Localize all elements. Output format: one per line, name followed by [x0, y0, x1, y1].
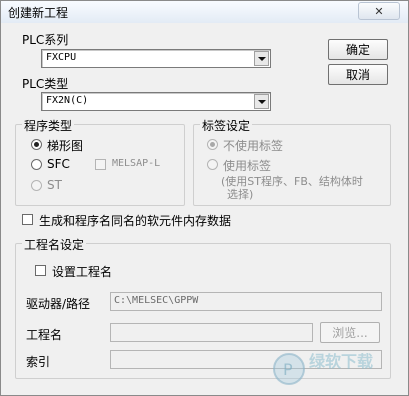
browse-button[interactable]: 浏览...	[320, 322, 380, 343]
generate-device-memory-label: 生成和程序名同名的软元件内存数据	[39, 214, 232, 228]
index-label: 索引	[26, 355, 51, 369]
title-bar: 创建新工程 ✕	[1, 1, 408, 23]
st-label: ST	[47, 178, 62, 192]
ok-button[interactable]: 确定	[328, 39, 388, 60]
chevron-down-icon[interactable]	[254, 51, 269, 66]
drive-path-value: C:\MELSEC\GPPW	[114, 295, 199, 306]
program-type-group: 程序类型 梯形图 SFC MELSAP-L ST	[15, 117, 185, 206]
generate-device-memory-checkbox[interactable]	[22, 214, 33, 225]
chevron-down-icon[interactable]	[254, 94, 269, 109]
plc-type-select[interactable]: FX2N(C)	[41, 92, 271, 111]
watermark-text: 绿软下载	[309, 352, 373, 371]
svg-text:P: P	[283, 360, 293, 379]
set-project-name-label: 设置工程名	[52, 265, 113, 279]
plc-series-label: PLC系列	[22, 33, 69, 47]
close-icon: ✕	[374, 4, 384, 18]
use-label-radio[interactable]	[207, 159, 218, 170]
drive-path-field[interactable]: C:\MELSEC\GPPW	[110, 292, 382, 311]
drive-path-label: 驱动器/路径	[26, 297, 91, 311]
plc-type-value: FX2N(C)	[46, 95, 89, 106]
watermark-logo: P 绿软下载	[273, 352, 373, 385]
use-label-label: 使用标签	[223, 159, 272, 173]
label-setting-title: 标签设定	[200, 117, 253, 134]
project-name-field[interactable]	[110, 323, 313, 342]
use-label-note-continued: 选择)	[227, 188, 254, 201]
ladder-label: 梯形图	[47, 139, 84, 153]
melsap-label: MELSAP-L	[112, 158, 161, 169]
no-label-label: 不使用标签	[223, 139, 284, 153]
no-label-radio[interactable]	[207, 139, 218, 150]
cancel-button[interactable]: 取消	[328, 64, 388, 85]
set-project-name-checkbox[interactable]	[35, 265, 46, 276]
sfc-radio[interactable]	[31, 159, 42, 170]
create-new-project-dialog: 创建新工程 ✕ PLC系列 FXCPU PLC类型 FX2N(C) 确定 取消 …	[0, 0, 409, 396]
plc-type-label: PLC类型	[22, 77, 69, 91]
melsap-checkbox[interactable]	[95, 159, 106, 170]
close-button[interactable]: ✕	[358, 2, 400, 20]
plc-series-value: FXCPU	[46, 52, 77, 63]
dialog-title: 创建新工程	[8, 6, 69, 20]
project-name-label: 工程名	[26, 328, 63, 342]
label-setting-group: 标签设定 不使用标签 使用标签 (使用ST程序、FB、结构体时 选择)	[193, 117, 391, 206]
sfc-label: SFC	[47, 157, 70, 171]
ladder-radio[interactable]	[31, 139, 42, 150]
program-type-title: 程序类型	[22, 117, 75, 134]
st-radio[interactable]	[31, 180, 42, 191]
plc-series-select[interactable]: FXCPU	[41, 49, 271, 68]
project-name-setting-title: 工程名设定	[22, 236, 87, 253]
